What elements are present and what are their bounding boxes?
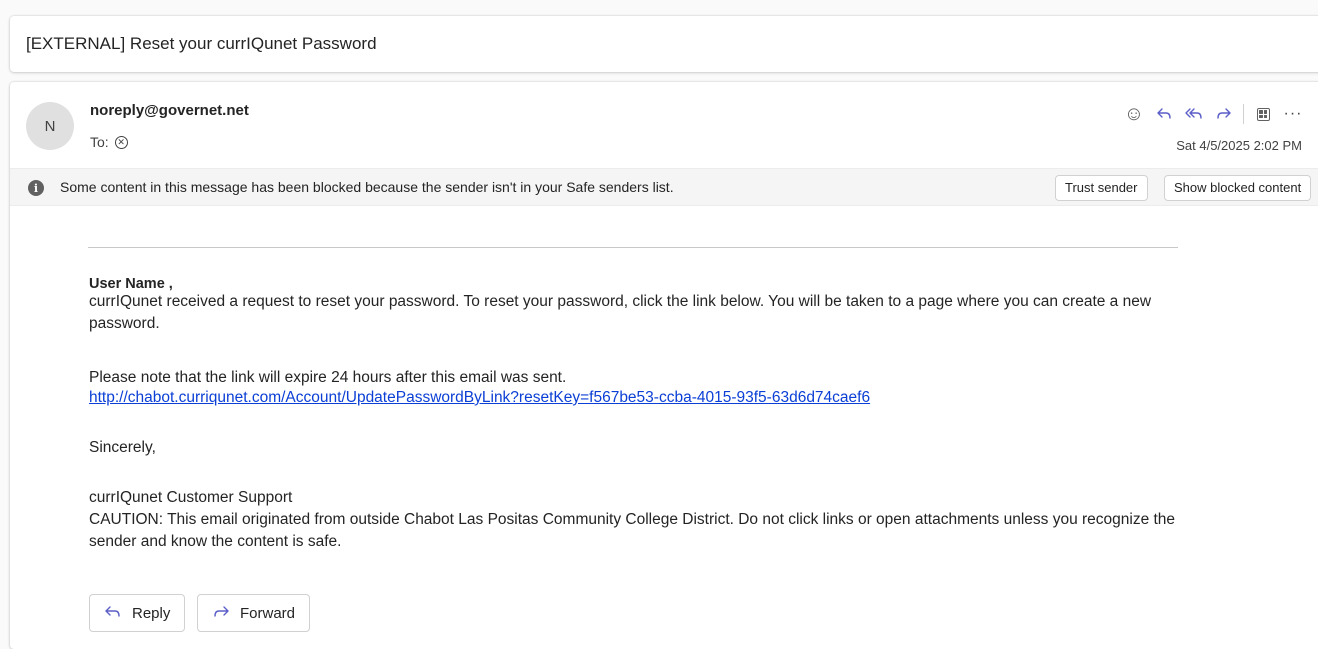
reply-all-icon[interactable] <box>1179 102 1209 126</box>
sender-avatar[interactable]: N <box>26 102 74 150</box>
info-icon: i <box>28 180 44 196</box>
message-date: Sat 4/5/2025 2:02 PM <box>1176 138 1302 153</box>
to-label: To: <box>90 134 109 150</box>
body-paragraph-2: Please note that the link will expire 24… <box>89 369 567 386</box>
recipient-remove-icon[interactable]: ✕ <box>114 135 128 149</box>
forward-icon[interactable] <box>1209 102 1239 126</box>
reset-password-link[interactable]: http://chabot.curriqunet.com/Account/Upd… <box>89 389 870 407</box>
reply-label: Reply <box>132 604 171 622</box>
message-card: N noreply@governet.net To: ✕ ☺ ··· Sat 4… <box>10 82 1318 649</box>
sender-address[interactable]: noreply@governet.net <box>90 102 249 119</box>
forward-label: Forward <box>240 604 296 622</box>
blocked-content-banner: i Some content in this message has been … <box>10 168 1318 206</box>
recipient-line: To: ✕ <box>90 134 128 150</box>
caution-notice: CAUTION: This email originated from outs… <box>89 511 1176 550</box>
avatar-initial: N <box>44 117 56 135</box>
message-actions-toolbar: ☺ ··· <box>1119 102 1308 126</box>
reply-button[interactable]: Reply <box>89 594 186 632</box>
signature: currIQunet Customer Support <box>89 489 293 506</box>
body-divider <box>88 247 1178 248</box>
reply-icon[interactable] <box>1149 102 1179 126</box>
apps-icon[interactable] <box>1248 102 1278 126</box>
trust-sender-button[interactable]: Trust sender <box>1055 175 1148 201</box>
toolbar-divider <box>1243 104 1244 124</box>
email-subject: [EXTERNAL] Reset your currIQunet Passwor… <box>26 34 377 53</box>
show-blocked-content-button[interactable]: Show blocked content <box>1164 175 1312 201</box>
email-reading-pane: [EXTERNAL] Reset your currIQunet Passwor… <box>0 0 1318 649</box>
subject-header: [EXTERNAL] Reset your currIQunet Passwor… <box>10 16 1318 72</box>
forward-icon <box>212 603 230 624</box>
reply-icon <box>104 603 122 624</box>
forward-button[interactable]: Forward <box>197 594 311 632</box>
signoff: Sincerely, <box>89 439 156 456</box>
emoji-icon[interactable]: ☺ <box>1119 102 1149 126</box>
banner-message: Some content in this message has been bl… <box>60 179 674 195</box>
body-paragraph-1: currIQunet received a request to reset y… <box>89 293 1152 332</box>
more-icon[interactable]: ··· <box>1278 102 1308 126</box>
